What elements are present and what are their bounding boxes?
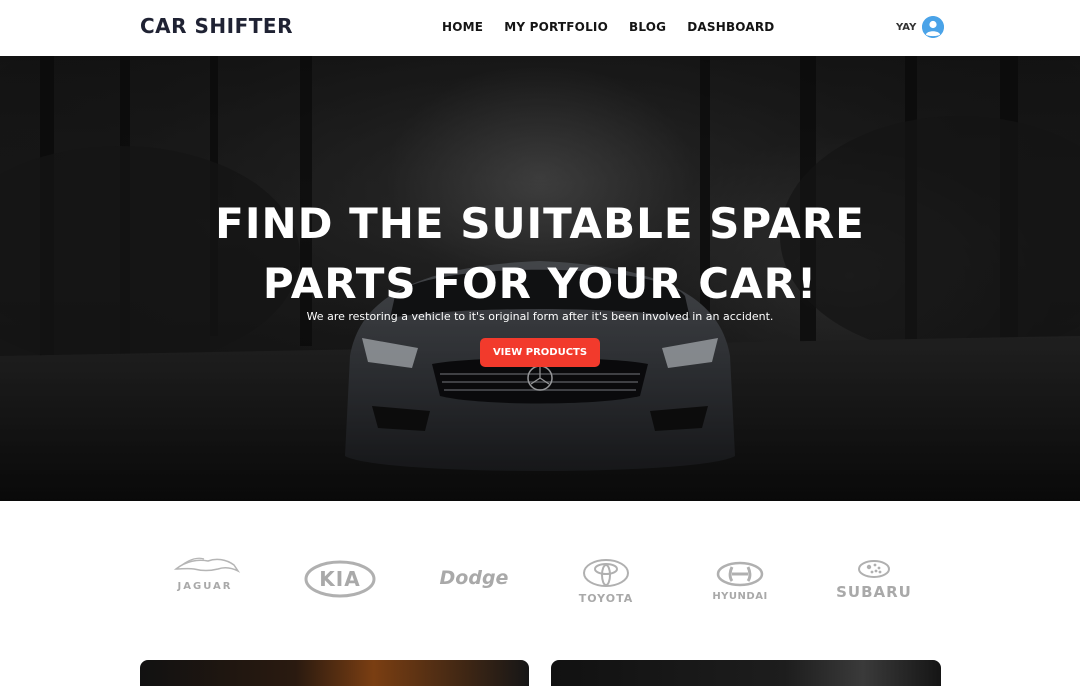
hero-title-line-1: FIND THE SUITABLE SPARE [215, 199, 865, 248]
hero-section: FIND THE SUITABLE SPARE PARTS FOR YOUR C… [0, 56, 1080, 501]
brand-logo-kia[interactable]: KIA [304, 560, 376, 602]
brand-logo-toyota[interactable]: TOYOTA [576, 558, 636, 605]
user-menu[interactable]: YAY [896, 16, 945, 38]
toyota-ellipses-icon [583, 559, 629, 587]
hero-title-line-2: PARTS FOR YOUR CAR! [262, 259, 818, 308]
brand-label-kia: KIA [319, 567, 361, 591]
user-name: YAY [896, 21, 917, 33]
brand-logo-jaguar[interactable]: JAGUAR [168, 545, 242, 592]
nav-my-portfolio[interactable]: MY PORTFOLIO [504, 20, 608, 34]
brand-label-hyundai: HYUNDAI [712, 591, 768, 602]
brand-logos: JAGUAR KIA Dodge TOYOTA HYUNDAI SUBARU [0, 545, 1080, 615]
user-avatar-icon[interactable] [922, 16, 945, 38]
site-logo[interactable]: CAR SHIFTER [140, 14, 293, 38]
view-products-button[interactable]: VIEW PRODUCTS [480, 338, 600, 367]
brand-label-subaru: SUBARU [836, 583, 912, 601]
main-nav: HOME MY PORTFOLIO BLOG DASHBOARD [442, 20, 774, 34]
featured-card-1[interactable] [140, 660, 529, 686]
hero-title: FIND THE SUITABLE SPARE PARTS FOR YOUR C… [0, 194, 1080, 314]
subaru-stars-icon [858, 560, 890, 578]
nav-blog[interactable]: BLOG [629, 20, 666, 34]
nav-home[interactable]: HOME [442, 20, 483, 34]
jaguar-leaper-icon [173, 557, 241, 573]
hero-subtitle: We are restoring a vehicle to it's origi… [306, 310, 774, 323]
brand-label-dodge: Dodge [439, 567, 509, 589]
brand-logo-subaru[interactable]: SUBARU [828, 559, 920, 601]
featured-card-2[interactable] [551, 660, 941, 686]
brand-label-jaguar: JAGUAR [177, 581, 233, 592]
hyundai-h-icon [716, 561, 764, 587]
nav-dashboard[interactable]: DASHBOARD [687, 20, 774, 34]
brand-label-toyota: TOYOTA [578, 592, 634, 605]
site-header: CAR SHIFTER HOME MY PORTFOLIO BLOG DASHB… [0, 0, 1080, 56]
brand-logo-hyundai[interactable]: HYUNDAI [708, 561, 772, 602]
brand-logo-dodge[interactable]: Dodge [438, 567, 510, 589]
